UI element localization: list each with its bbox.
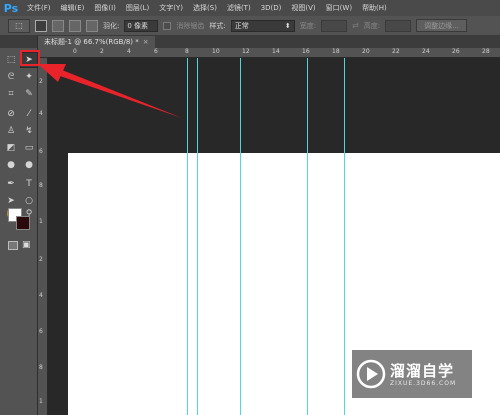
guide-line[interactable] [240, 58, 241, 415]
ruler-label: 8 [39, 364, 43, 371]
add-selection-button[interactable] [52, 19, 64, 32]
ruler-vertical[interactable]: 2 4 6 8 1 2 4 6 8 1 [38, 58, 48, 415]
ruler-label: 4 [39, 292, 43, 299]
height-input[interactable] [385, 19, 412, 32]
menu-select[interactable]: 选择(S) [188, 3, 222, 13]
background-color-swatch[interactable] [16, 216, 30, 230]
ruler-label: 12 [242, 48, 250, 55]
menu-image[interactable]: 图像(I) [89, 3, 121, 13]
menu-window[interactable]: 窗口(W) [321, 3, 357, 13]
swap-icon[interactable]: ⇄ [352, 21, 359, 30]
tool-preset-picker[interactable]: ⬚ [8, 18, 30, 33]
ruler-label: 28 [482, 48, 490, 55]
blur-tool-icon[interactable]: ● [2, 157, 20, 173]
menu-3d[interactable]: 3D(D) [256, 4, 287, 12]
document-tab-bar: 未标题-1 @ 66.7%(RGB/8) * × [38, 36, 500, 48]
eraser-tool-icon[interactable]: ◩ [2, 140, 20, 156]
menu-layer[interactable]: 图层(L) [121, 3, 154, 13]
width-input[interactable] [321, 19, 348, 32]
dodge-tool-icon[interactable]: ● [20, 157, 38, 173]
magic-wand-tool-icon[interactable]: ✦ [20, 69, 38, 85]
close-icon[interactable]: × [143, 38, 149, 46]
photoshop-logo: Ps [3, 1, 19, 15]
options-bar: ⬚ 羽化: 0 像素 消除锯齿 样式: 正常 ⬍ 宽度: ⇄ 高度: 调整边缘.… [0, 16, 500, 36]
new-selection-button[interactable] [35, 19, 47, 32]
annotation-highlight-box [20, 50, 40, 66]
menu-bar: Ps 文件(F) 编辑(E) 图像(I) 图层(L) 文字(Y) 选择(S) 滤… [0, 0, 500, 16]
pen-tool-icon[interactable]: ✒ [2, 176, 20, 192]
ruler-label: 4 [127, 48, 131, 55]
ruler-label: 24 [422, 48, 430, 55]
menu-filter[interactable]: 滤镜(T) [222, 3, 256, 13]
gradient-tool-icon[interactable]: ▭ [20, 140, 38, 156]
screen-mode-icon[interactable]: ▣ [22, 240, 32, 250]
guide-line[interactable] [197, 58, 198, 415]
ruler-label: 2 [39, 78, 43, 85]
ruler-label: 2 [100, 48, 104, 55]
menu-edit[interactable]: 编辑(E) [56, 3, 90, 13]
ruler-label: 6 [154, 48, 158, 55]
ruler-label: 10 [212, 48, 220, 55]
clone-stamp-tool-icon[interactable]: ♙ [2, 123, 20, 139]
style-select[interactable]: 正常 ⬍ [230, 19, 295, 32]
ruler-label: 6 [39, 328, 43, 335]
eyedropper-tool-icon[interactable]: ✎ [20, 86, 38, 102]
feather-input[interactable]: 0 像素 [124, 19, 159, 32]
ruler-label: 20 [362, 48, 370, 55]
ruler-label: 22 [392, 48, 400, 55]
watermark-logo-icon [356, 359, 386, 389]
history-brush-tool-icon[interactable]: ↯ [20, 123, 38, 139]
brush-tool-icon[interactable]: ⁄ [20, 106, 38, 122]
document-tab[interactable]: 未标题-1 @ 66.7%(RGB/8) * × [38, 36, 155, 48]
ruler-label: 6 [39, 148, 43, 155]
feather-label: 羽化: [103, 21, 120, 30]
width-label: 宽度: [299, 21, 317, 30]
lasso-tool-icon[interactable]: ᘓ [2, 69, 20, 85]
ruler-label: 14 [272, 48, 280, 55]
ruler-label: 18 [332, 48, 340, 55]
ruler-label: 8 [185, 48, 189, 55]
watermark: 溜溜自学 ZIXUE.3D66.COM [352, 350, 472, 398]
style-label: 样式: [209, 21, 226, 30]
guide-line[interactable] [344, 58, 345, 415]
watermark-url: ZIXUE.3D66.COM [390, 379, 457, 387]
chevron-down-icon: ⬍ [284, 21, 291, 30]
ruler-label: 16 [302, 48, 310, 55]
ruler-label: 1 [39, 398, 43, 405]
ruler-label: 1 [39, 218, 43, 225]
intersect-selection-button[interactable] [86, 19, 98, 32]
style-value: 正常 [234, 21, 249, 30]
height-label: 高度: [363, 21, 381, 30]
watermark-text: 溜溜自学 ZIXUE.3D66.COM [390, 362, 456, 387]
ruler-label: 2 [39, 256, 43, 263]
antialias-label: 消除锯齿 [176, 21, 205, 30]
healing-brush-tool-icon[interactable]: ⊘ [2, 106, 20, 122]
toolbox-grip[interactable] [0, 36, 37, 48]
ruler-label: 4 [39, 110, 43, 117]
menu-view[interactable]: 视图(V) [286, 3, 320, 13]
antialias-checkbox[interactable] [163, 21, 172, 30]
rect-marquee-tool-icon[interactable]: ⬚ [2, 52, 20, 68]
crop-tool-icon[interactable]: ⌗ [2, 86, 20, 102]
document-tab-title: 未标题-1 @ 66.7%(RGB/8) * [44, 38, 139, 46]
ruler-label: 26 [452, 48, 460, 55]
guide-line[interactable] [187, 58, 188, 415]
subtract-selection-button[interactable] [69, 19, 81, 32]
toolbox: ⬚ ➤ ᘓ ✦ ⌗ ✎ ⊘ ⁄ ♙ ↯ ◩ ▭ ● ● ✒ T ➤ ○ ✋ ⚲ … [0, 36, 38, 415]
menu-file[interactable]: 文件(F) [22, 3, 56, 13]
menu-help[interactable]: 帮助(H) [357, 3, 392, 13]
watermark-title: 溜溜自学 [390, 361, 455, 380]
type-tool-icon[interactable]: T [20, 176, 38, 192]
quick-mask-icon[interactable] [8, 241, 18, 250]
refine-edge-button[interactable]: 调整边缘... [416, 19, 467, 32]
ruler-horizontal[interactable]: 0 2 4 6 8 10 12 14 16 18 20 22 24 26 28 [38, 48, 500, 58]
ruler-label: 8 [39, 182, 43, 189]
ruler-label: 0 [73, 48, 77, 55]
menu-type[interactable]: 文字(Y) [154, 3, 188, 13]
marquee-preset-icon: ⬚ [15, 21, 23, 30]
guide-line[interactable] [307, 58, 308, 415]
